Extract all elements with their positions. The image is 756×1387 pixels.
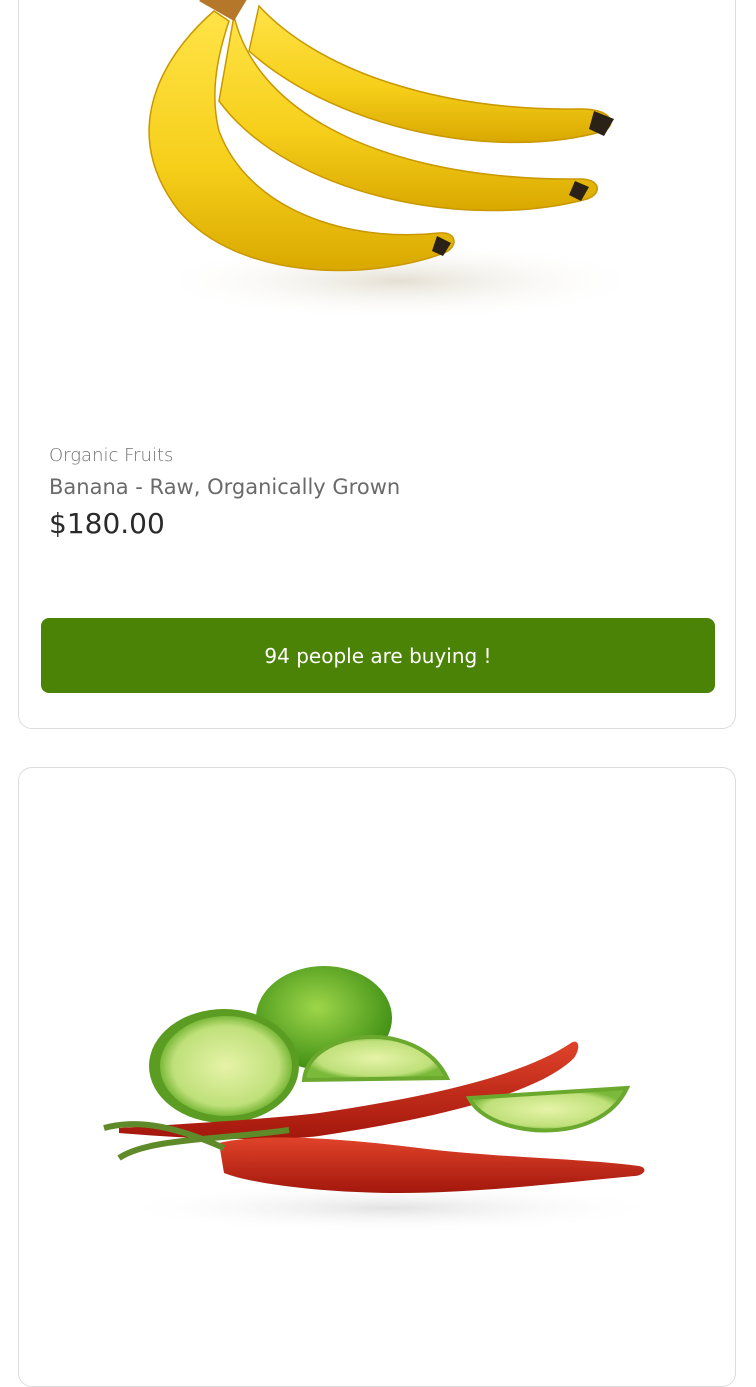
product-price: $180.00 <box>49 507 165 540</box>
banana-image[interactable] <box>19 0 735 331</box>
product-title[interactable]: Banana - Raw, Organically Grown <box>49 475 400 499</box>
product-category: Organic Fruits <box>49 445 174 466</box>
lime-chili-image[interactable] <box>19 918 735 1238</box>
product-card[interactable] <box>18 767 736 1387</box>
buying-button[interactable]: 94 people are buying ! <box>41 618 715 693</box>
product-card[interactable]: Organic Fruits Banana - Raw, Organically… <box>18 0 736 729</box>
